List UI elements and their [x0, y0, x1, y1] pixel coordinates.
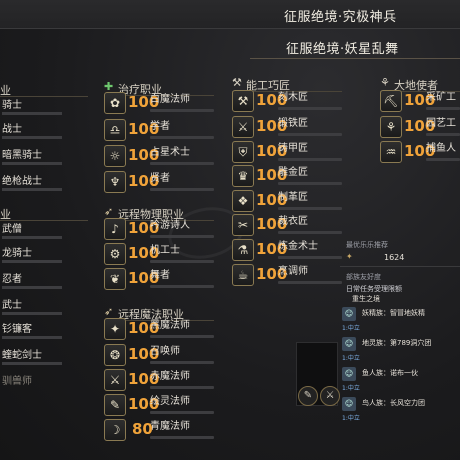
tribe-icon: ☺	[342, 367, 356, 381]
black-mage-icon: ✦	[104, 318, 126, 340]
exp-bar	[278, 182, 342, 185]
subtitle: 征服绝境·妖星乱舞	[286, 42, 399, 57]
collect-icon: ✦	[346, 252, 353, 261]
exp-bar	[426, 158, 460, 161]
exp-bar	[150, 162, 214, 165]
exp-bar	[150, 136, 214, 139]
gear-slot-icon[interactable]: ✎	[298, 386, 318, 406]
blue-mage-icon: ☽	[104, 419, 126, 441]
exp-bar	[150, 260, 214, 263]
tribe-icon: ☺	[342, 397, 356, 411]
culinarian-icon: ☕	[232, 264, 254, 286]
title-bar: 征服绝境·究极神兵	[0, 0, 460, 29]
exp-bar	[278, 281, 342, 284]
panel-sublabel: 重生之境	[352, 295, 380, 303]
fisher-icon: ♒	[380, 141, 402, 163]
pictomancer-icon: ✎	[104, 394, 126, 416]
exp-bar	[150, 188, 214, 191]
exp-bar	[278, 207, 342, 210]
bard-icon: ♪	[104, 218, 126, 240]
panel-label: 部族友好度	[346, 273, 381, 281]
botanist-icon: ⚘	[380, 116, 402, 138]
exp-bar	[150, 335, 214, 338]
exp-bar	[150, 411, 214, 414]
summoner-icon: ❂	[104, 344, 126, 366]
ranged-role-icon: ➶	[104, 205, 114, 218]
exp-bar	[426, 133, 460, 136]
carpenter-icon: ⚒	[232, 90, 254, 112]
sage-icon: ♆	[104, 171, 126, 193]
exp-bar	[2, 362, 62, 365]
info-panel: 最优乐乐推荐 ✦ 1624 部族友好度 日常任务受理限额 重生之境 ☺ 妖精族：智…	[340, 236, 460, 460]
machinist-icon: ⚙	[104, 243, 126, 265]
friend-entry[interactable]: ☺ 妖精族：智冒地妖精 1:中立	[340, 304, 460, 332]
white-mage-icon: ✿	[104, 92, 126, 114]
scholar-icon: ♎	[104, 119, 126, 141]
blacksmith-icon: ⚔	[232, 116, 254, 138]
exp-bar	[278, 133, 342, 136]
exp-bar	[278, 256, 342, 259]
subtitle-divider	[250, 58, 460, 59]
gatherer-role-icon: ⚘	[380, 76, 390, 89]
armorer-icon: ⛨	[232, 141, 254, 163]
tribe-icon: ☺	[342, 307, 356, 321]
exp-bar	[150, 109, 214, 112]
exp-bar	[2, 188, 62, 191]
caster-role-icon: ➶	[104, 305, 114, 318]
crafter-role-icon: ⚒	[232, 76, 242, 89]
alchemist-icon: ⚗	[232, 239, 254, 261]
exp-bar	[2, 136, 62, 139]
leatherworker-icon: ❖	[232, 190, 254, 212]
astrologian-icon: ☼	[104, 145, 126, 167]
panel-divider	[340, 266, 460, 267]
exp-bar	[278, 158, 342, 161]
exp-bar	[2, 336, 62, 339]
exp-bar	[2, 236, 62, 239]
exp-bar	[2, 162, 62, 165]
exp-bar	[150, 235, 214, 238]
friend-entry[interactable]: ☺ 地灵族：第789洞穴团 1:中立	[340, 334, 460, 362]
goldsmith-icon: ♛	[232, 165, 254, 187]
friend-entry[interactable]: ☺ 鸟人族：长风空力团 1:中立	[340, 394, 460, 422]
collect-count: 1624	[384, 253, 405, 262]
exp-bar	[278, 107, 342, 110]
exp-bar	[2, 286, 62, 289]
exp-bar	[150, 386, 214, 389]
friend-entry[interactable]: ☺ 鱼人族：诺布一伙 1:中立	[340, 364, 460, 392]
gear-slot-icon[interactable]: ⚔	[320, 386, 340, 406]
miner-icon: ⛏	[380, 90, 402, 112]
panel-sublabel: 日常任务受理限额	[346, 285, 402, 293]
weaver-icon: ✂	[232, 214, 254, 236]
tribe-icon: ☺	[342, 337, 356, 351]
window-title: 征服绝境·究极神兵	[284, 10, 397, 25]
panel-label: 最优乐乐推荐	[346, 241, 388, 249]
exp-bar	[2, 112, 62, 115]
exp-bar	[150, 436, 214, 439]
exp-bar	[150, 285, 214, 288]
exp-bar	[2, 260, 62, 263]
exp-bar	[150, 361, 214, 364]
dancer-icon: ❦	[104, 268, 126, 290]
exp-bar	[278, 231, 342, 234]
exp-bar	[2, 312, 62, 315]
exp-bar	[426, 107, 460, 110]
red-mage-icon: ⚔	[104, 369, 126, 391]
